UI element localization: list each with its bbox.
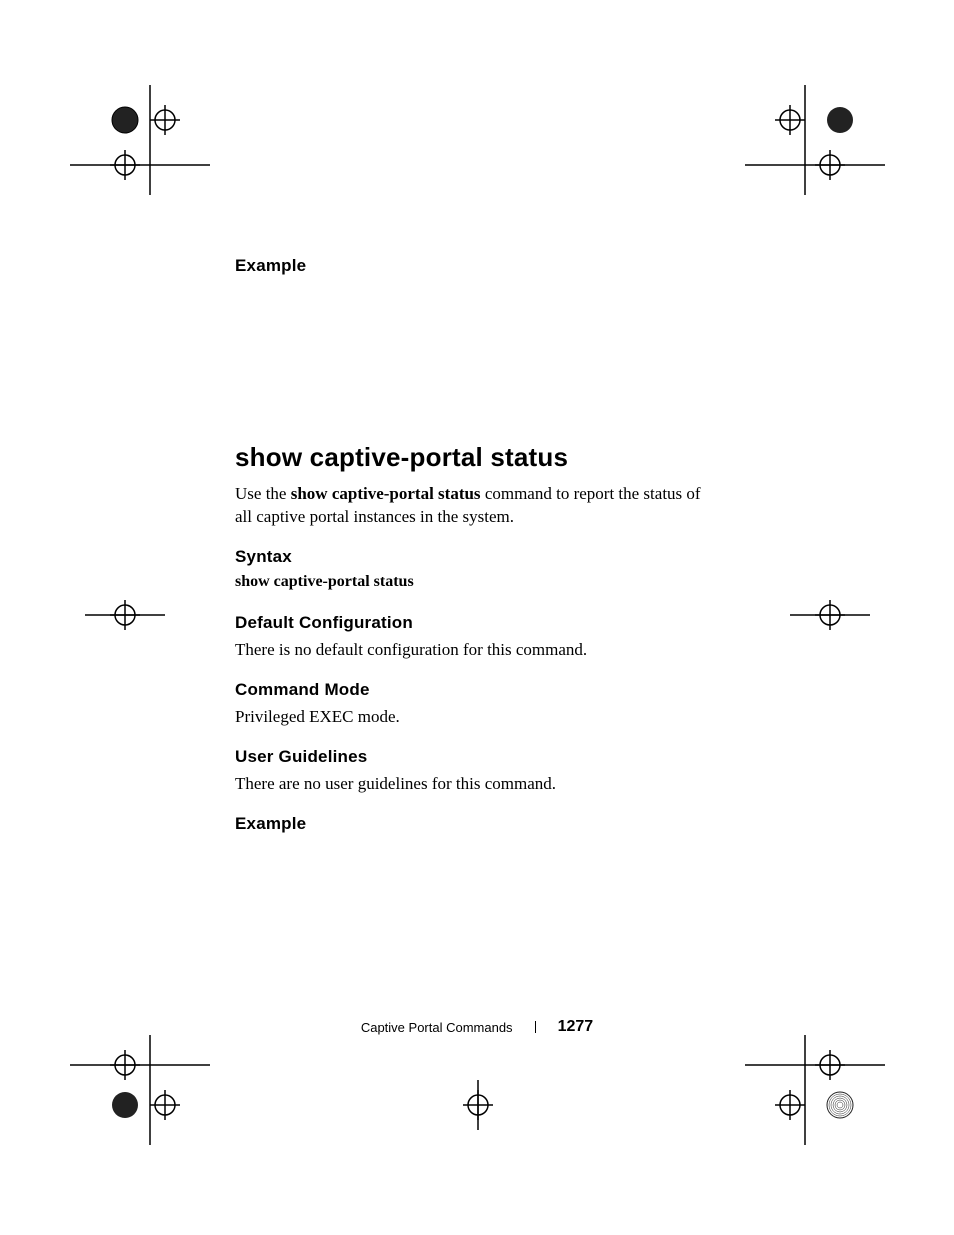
syntax-line: show captive-portal status [235, 573, 715, 591]
example-heading-2: Example [235, 814, 715, 834]
command-mode-text: Privileged EXEC mode. [235, 706, 715, 729]
page-content: Example show captive-portal status Use t… [235, 256, 715, 840]
default-config-heading: Default Configuration [235, 613, 715, 633]
crop-mark-bottom-right [745, 1035, 885, 1145]
footer-separator [535, 1021, 536, 1033]
user-guidelines-heading: User Guidelines [235, 747, 715, 767]
syntax-heading: Syntax [235, 547, 715, 567]
intro-pre: Use the [235, 484, 291, 503]
footer-chapter: Captive Portal Commands [361, 1020, 513, 1035]
command-mode-heading: Command Mode [235, 680, 715, 700]
command-title: show captive-portal status [235, 442, 715, 473]
crop-mark-bottom-left [70, 1035, 210, 1145]
crop-mark-left-mid [85, 590, 165, 640]
user-guidelines-text: There are no user guidelines for this co… [235, 773, 715, 796]
crop-mark-bottom-mid [438, 1080, 518, 1130]
page-footer: Captive Portal Commands 1277 [0, 1018, 954, 1036]
default-config-text: There is no default configuration for th… [235, 639, 715, 662]
intro-cmd: show captive-portal status [291, 484, 481, 503]
example-heading-1: Example [235, 256, 715, 276]
crop-mark-right-mid [790, 590, 870, 640]
crop-mark-top-left [70, 85, 210, 195]
footer-page-number: 1277 [558, 1018, 594, 1036]
command-intro: Use the show captive-portal status comma… [235, 483, 715, 529]
crop-mark-top-right [745, 85, 885, 195]
